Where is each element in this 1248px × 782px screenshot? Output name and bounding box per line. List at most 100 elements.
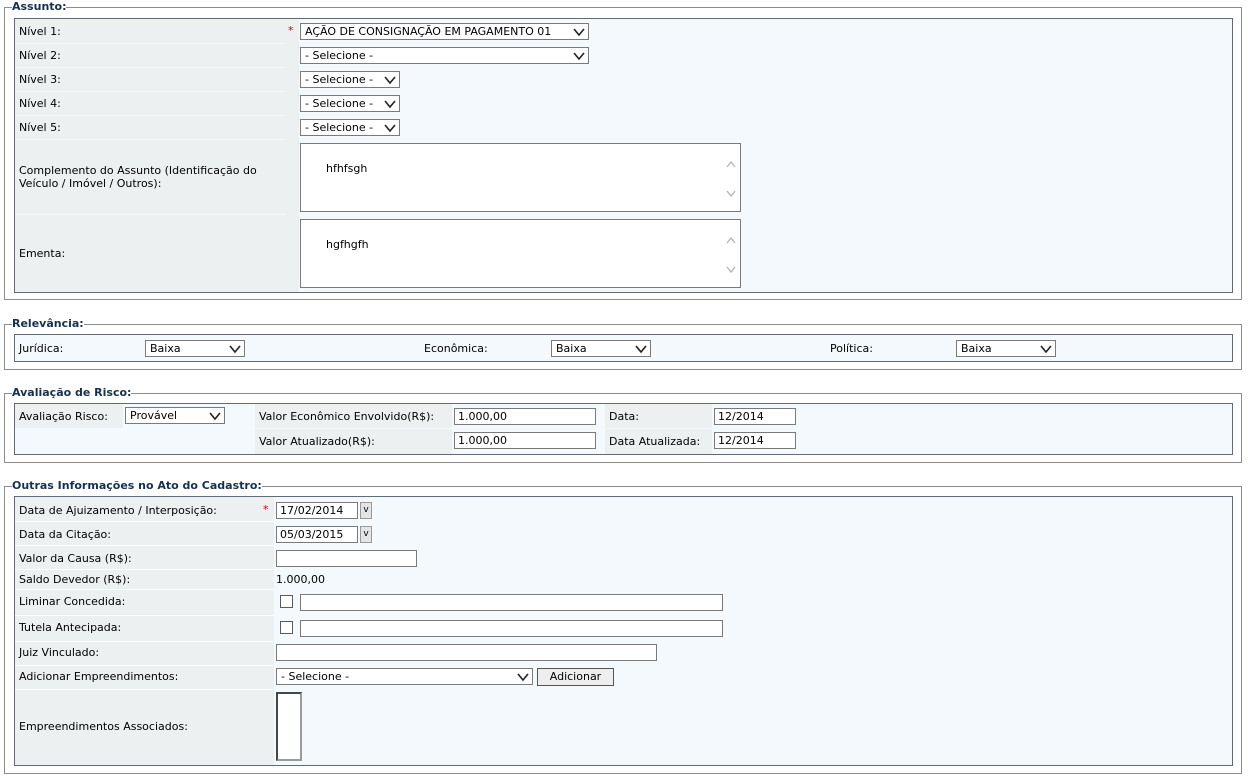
data-value: 12/2014 — [718, 410, 764, 423]
outras-req-column — [260, 497, 274, 765]
outras-panel: Data de Ajuizamento / Interposição: * 17… — [14, 496, 1233, 766]
risco-panel: Avaliação Risco: Provável Valor Econômic… — [14, 403, 1233, 455]
nivel3-label-cell: Nível 3: — [15, 68, 285, 91]
juridica-value: Baixa — [150, 342, 181, 355]
tutela-label: Tutela Antecipada: — [19, 621, 122, 634]
chevron-down-icon — [384, 124, 396, 133]
ementa-value: hgfhgfh — [325, 238, 369, 251]
data-atualizada-input[interactable]: 12/2014 — [714, 432, 796, 449]
nivel5-label-cell: Nível 5: — [15, 116, 285, 139]
assunto-panel: Nível 1: Nível 2: Nível 3: Nível 4: Níve… — [14, 18, 1233, 293]
data-ajuizamento-value: 17/02/2014 — [280, 504, 344, 517]
scroll-up-icon — [726, 236, 736, 244]
economica-value: Baixa — [556, 342, 587, 355]
row-divider — [15, 521, 274, 522]
liminar-label: Liminar Concedida: — [19, 595, 126, 608]
nivel4-label: Nível 4: — [19, 97, 61, 110]
risco-legend: Avaliação de Risco: — [12, 386, 132, 400]
adicionar-button[interactable]: Adicionar — [537, 668, 614, 686]
chevron-down-icon — [573, 52, 585, 61]
nivel4-select[interactable]: - Selecione - — [300, 95, 400, 112]
juridica-label: Jurídica: — [19, 342, 64, 355]
associados-listbox[interactable] — [276, 692, 302, 761]
assunto-section: Assunto: Nível 1: Nível 2: Nível 3: Níve… — [4, 0, 1242, 300]
chevron-down-icon — [384, 100, 396, 109]
valor-economico-label: Valor Econômico Envolvido(R$): — [259, 409, 435, 423]
saldo-devedor-value: 1.000,00 — [276, 573, 325, 586]
valor-atualizado-input[interactable]: 1.000,00 — [454, 432, 596, 449]
data-citacao-label: Data da Citação: — [19, 528, 111, 541]
tutela-checkbox[interactable] — [280, 621, 293, 634]
nivel5-value: - Selecione - — [305, 121, 374, 134]
nivel4-value: - Selecione - — [305, 97, 374, 110]
data-ajuizamento-input[interactable]: 17/02/2014 — [276, 502, 358, 519]
politica-label: Política: — [830, 342, 873, 355]
data-ajuizamento-label: Data de Ajuizamento / Interposição: — [19, 504, 217, 517]
liminar-input[interactable] — [300, 594, 723, 611]
row-divider — [15, 545, 274, 546]
scroll-down-icon — [726, 266, 736, 274]
data-label: Data: — [609, 409, 639, 423]
valor-causa-label: Valor da Causa (R$): — [19, 552, 132, 565]
avaliacao-select[interactable]: Provável — [125, 407, 225, 424]
outras-legend: Outras Informações no Ato do Cadastro: — [12, 479, 262, 493]
economica-select[interactable]: Baixa — [551, 340, 651, 357]
valor-atualizado-label-cell: Valor Atualizado(R$): — [255, 429, 452, 454]
nivel3-select[interactable]: - Selecione - — [300, 71, 400, 88]
valor-economico-value: 1.000,00 — [458, 410, 507, 423]
valor-atualizado-value: 1.000,00 — [458, 434, 507, 447]
relevancia-legend: Relevância: — [12, 317, 84, 331]
valor-economico-label-cell: Valor Econômico Envolvido(R$): — [255, 404, 452, 428]
nivel2-label-cell: Nível 2: — [15, 44, 285, 67]
juiz-label: Juiz Vinculado: — [19, 646, 100, 659]
chevron-down-icon — [209, 412, 221, 421]
nivel3-value: - Selecione - — [305, 73, 374, 86]
row-divider — [15, 615, 274, 616]
chevron-down-icon — [1040, 345, 1052, 354]
data-atualizada-label: Data Atualizada: — [609, 435, 701, 448]
textarea-scrollbar[interactable] — [724, 230, 738, 282]
valor-atualizado-label: Valor Atualizado(R$): — [259, 435, 375, 448]
data-citacao-picker-button[interactable]: v — [360, 526, 372, 543]
row-divider — [15, 569, 274, 570]
nivel1-label-cell: Nível 1: — [15, 19, 285, 43]
data-atualizada-label-cell: Data Atualizada: — [605, 429, 712, 454]
nivel1-value: AÇÃO DE CONSIGNAÇÃO EM PAGAMENTO 01 — [305, 25, 552, 38]
valor-economico-input[interactable]: 1.000,00 — [454, 408, 596, 425]
empreendimentos-label: Adicionar Empreendimentos: — [19, 670, 179, 683]
scroll-down-icon — [726, 190, 736, 198]
nivel3-label: Nível 3: — [19, 73, 61, 86]
data-ajuizamento-picker-button[interactable]: v — [360, 502, 372, 519]
data-atualizada-value: 12/2014 — [718, 434, 764, 447]
juridica-select[interactable]: Baixa — [145, 340, 245, 357]
data-ajuizamento-required-mark: * — [263, 503, 269, 516]
assunto-legend: Assunto: — [12, 0, 67, 14]
ementa-textarea[interactable]: hgfhgfh — [300, 219, 741, 288]
saldo-devedor-label: Saldo Devedor (R$): — [19, 573, 131, 586]
nivel5-select[interactable]: - Selecione - — [300, 119, 400, 136]
politica-select[interactable]: Baixa — [956, 340, 1056, 357]
complemento-label-cell: Complemento do Assunto (Identificação do… — [15, 140, 285, 214]
associados-label: Empreendimentos Associados: — [19, 720, 188, 733]
liminar-checkbox[interactable] — [280, 595, 293, 608]
data-citacao-input[interactable]: 05/03/2015 — [276, 526, 358, 543]
risco-section: Avaliação de Risco: Avaliação Risco: Pro… — [4, 386, 1242, 463]
empreendimentos-select[interactable]: - Selecione - — [276, 668, 533, 685]
nivel1-select[interactable]: AÇÃO DE CONSIGNAÇÃO EM PAGAMENTO 01 — [300, 23, 589, 40]
chevron-down-icon — [384, 76, 396, 85]
chevron-down-icon — [517, 673, 529, 682]
nivel2-select[interactable]: - Selecione - — [300, 47, 589, 64]
chevron-down-icon — [573, 28, 585, 37]
complemento-textarea[interactable]: hfhfsgh — [300, 143, 741, 212]
row-divider — [15, 589, 274, 590]
complemento-value: hfhfsgh — [325, 162, 368, 175]
outras-section: Outras Informações no Ato do Cadastro: D… — [4, 479, 1242, 774]
nivel5-label: Nível 5: — [19, 121, 61, 134]
tutela-input[interactable] — [300, 620, 723, 637]
data-input[interactable]: 12/2014 — [714, 408, 796, 425]
complemento-label: Complemento do Assunto (Identificação do… — [19, 164, 257, 190]
textarea-scrollbar[interactable] — [724, 154, 738, 206]
data-label-cell: Data: — [605, 404, 712, 428]
valor-causa-input[interactable] — [276, 550, 417, 567]
juiz-input[interactable] — [276, 644, 657, 661]
